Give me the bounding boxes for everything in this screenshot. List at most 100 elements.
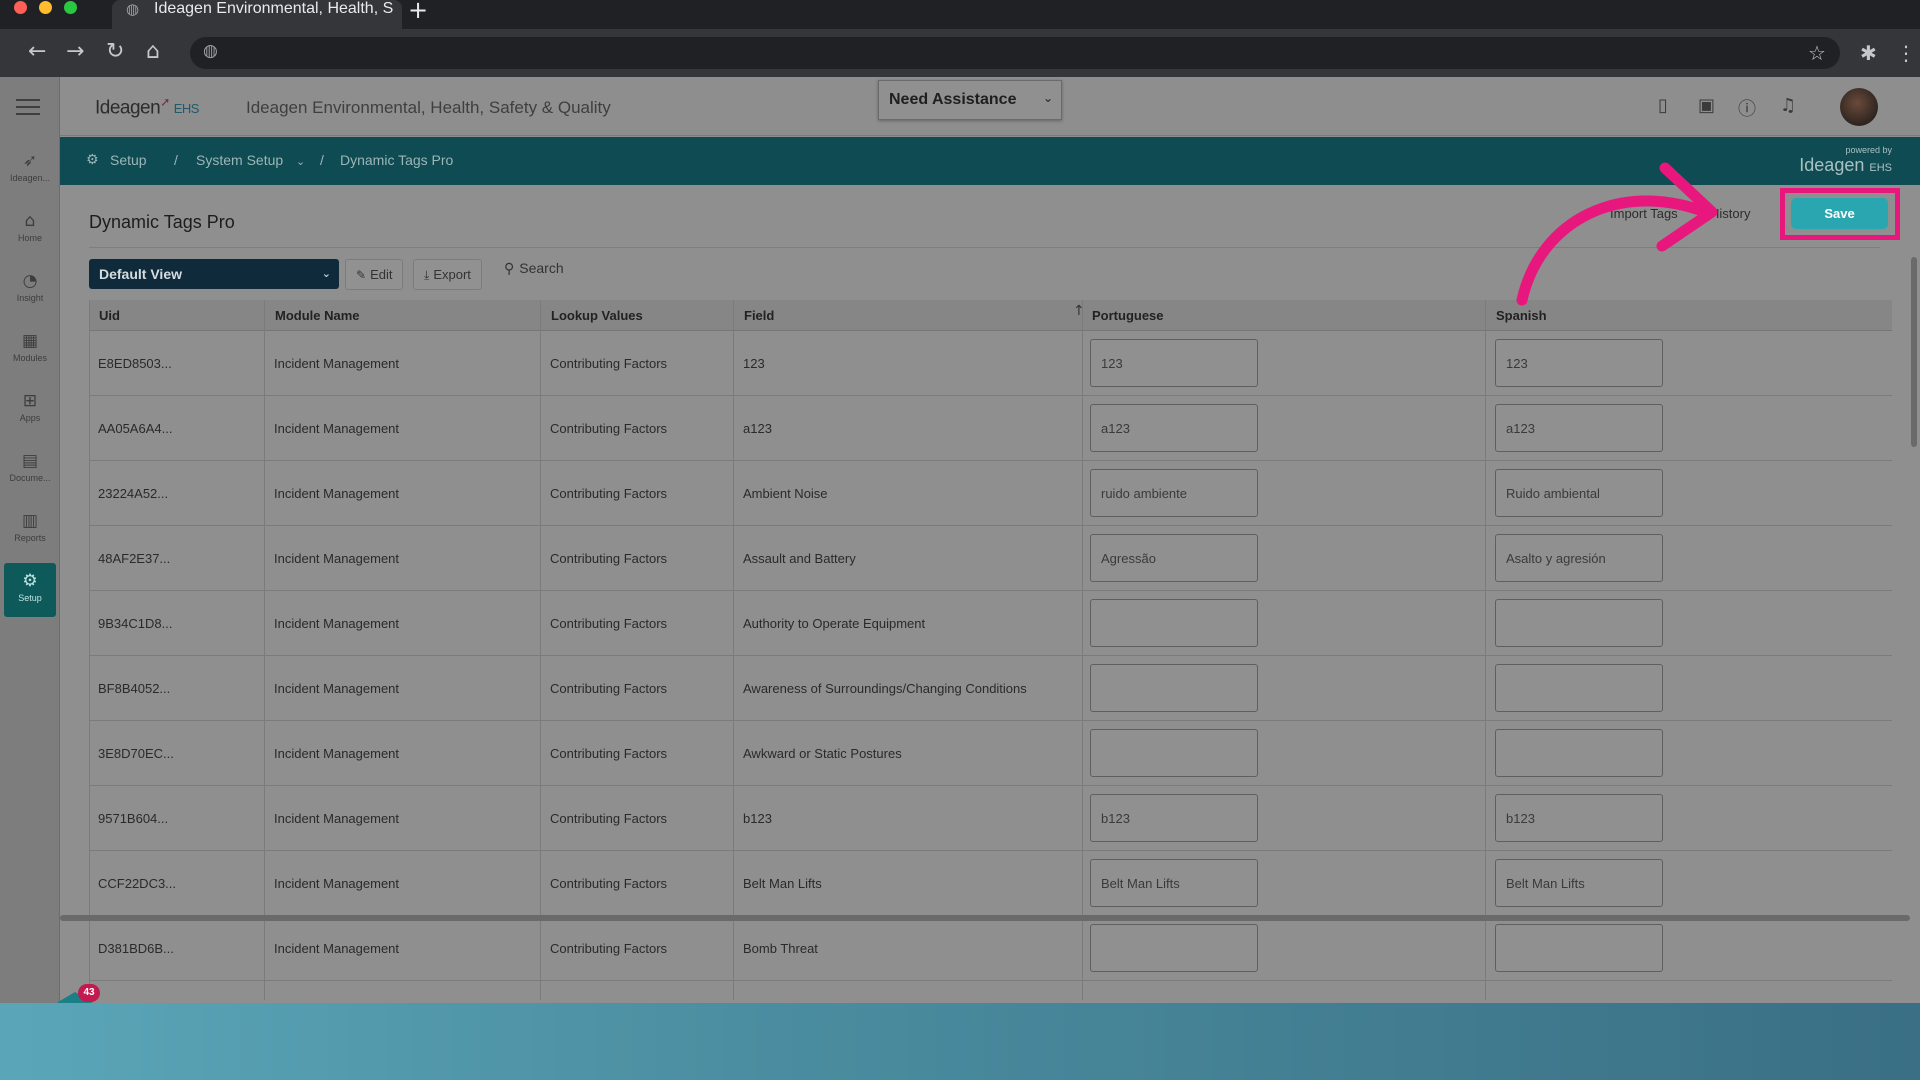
home-browser-icon[interactable]: ⌂: [146, 39, 160, 64]
column-header-uid[interactable]: Uid: [99, 308, 120, 323]
new-tab-button[interactable]: +: [408, 0, 428, 24]
avatar[interactable]: [1840, 88, 1878, 126]
mobile-icon[interactable]: ▯: [1658, 95, 1668, 116]
cell-uid: D381BD6B...: [98, 941, 174, 956]
portuguese-input[interactable]: [1090, 404, 1258, 452]
cell-module-name: Incident Management: [274, 746, 400, 761]
sidebar-item-home[interactable]: ⌂ Home: [0, 211, 60, 243]
desktop-background: [0, 1003, 1920, 1080]
sidebar-item-modules[interactable]: ▦ Modules: [0, 331, 60, 363]
sidebar-item-setup[interactable]: ⚙ Setup: [4, 563, 56, 617]
powered-by-text: powered by: [1845, 145, 1892, 155]
chevron-down-icon: ⌄: [321, 267, 331, 280]
portuguese-input[interactable]: [1090, 664, 1258, 712]
portuguese-input[interactable]: [1090, 859, 1258, 907]
cell-field: b123: [743, 811, 772, 826]
left-sidebar: ➶ Ideagen... ⌂ Home ◔ Insight ▦ Modules …: [0, 77, 60, 1003]
save-highlight-box: [1780, 188, 1900, 240]
breadcrumb-setup[interactable]: Setup: [110, 152, 147, 168]
spanish-input[interactable]: [1495, 404, 1663, 452]
sidebar-item-apps[interactable]: ⊞ Apps: [0, 391, 60, 423]
bookmark-star-icon[interactable]: ☆: [1808, 41, 1826, 65]
spanish-input[interactable]: [1495, 794, 1663, 842]
close-window-icon[interactable]: [14, 1, 27, 14]
need-assistance-dropdown[interactable]: Need Assistance ⌄: [878, 80, 1062, 120]
help-icon[interactable]: ⓘ: [1738, 95, 1756, 121]
column-header-module-name[interactable]: Module Name: [275, 308, 360, 323]
view-select[interactable]: Default View ⌄: [89, 259, 339, 289]
column-divider: [733, 300, 734, 1000]
apps-icon: ⊞: [22, 391, 38, 411]
hamburger-menu-icon[interactable]: [16, 99, 40, 120]
table-row[interactable]: AA05A6A4... Incident Management Contributi…: [90, 396, 1892, 461]
spanish-input[interactable]: [1495, 534, 1663, 582]
cell-module-name: Incident Management: [274, 941, 400, 956]
back-icon[interactable]: ←: [28, 39, 46, 64]
sidebar-item-label: Insight: [16, 293, 44, 303]
portuguese-input[interactable]: [1090, 339, 1258, 387]
spanish-input[interactable]: [1495, 729, 1663, 777]
spanish-input[interactable]: [1495, 339, 1663, 387]
column-divider: [264, 300, 265, 1000]
portuguese-input[interactable]: [1090, 924, 1258, 972]
calendar-icon[interactable]: ▣: [1698, 95, 1715, 116]
spanish-input[interactable]: [1495, 924, 1663, 972]
column-header-field[interactable]: Field: [744, 308, 774, 323]
cell-uid: 3E8D70EC...: [98, 746, 174, 761]
ideagen-icon: ➶: [22, 151, 38, 171]
spanish-input[interactable]: [1495, 664, 1663, 712]
portuguese-input[interactable]: [1090, 599, 1258, 647]
table-row[interactable]: E8ED8503... Incident Management Contributi…: [90, 331, 1892, 396]
table-row[interactable]: BF8B4052... Incident Management Contributi…: [90, 656, 1892, 721]
portuguese-input[interactable]: [1090, 534, 1258, 582]
table-row[interactable]: CCF22DC3... Incident Management Contributi…: [90, 851, 1892, 916]
browser-tab[interactable]: ◍ Ideagen Environmental, Health, S: [112, 0, 402, 29]
export-button[interactable]: ⤓ Export: [413, 259, 482, 290]
minimize-window-icon[interactable]: [39, 1, 52, 14]
site-info-icon[interactable]: ◍: [203, 41, 218, 61]
ideagen-logo[interactable]: Ideagen➚ EHS: [95, 95, 199, 119]
portuguese-input[interactable]: [1090, 469, 1258, 517]
bell-icon[interactable]: ♫: [1780, 95, 1796, 116]
table-row[interactable]: 9571B604... Incident Management Contributi…: [90, 786, 1892, 851]
table-row[interactable]: D381BD6B... Incident Management Contributi…: [90, 916, 1892, 981]
cell-uid: 9571B604...: [98, 811, 169, 826]
insight-icon: ◔: [22, 271, 38, 291]
reload-icon[interactable]: ↻: [106, 39, 124, 64]
breadcrumb-separator: /: [174, 152, 178, 168]
column-header-spanish[interactable]: Spanish: [1496, 308, 1547, 323]
extensions-icon[interactable]: ✱: [1860, 41, 1877, 65]
download-icon: ⤓: [424, 268, 430, 282]
browser-menu-icon[interactable]: ⋮: [1896, 41, 1916, 65]
cell-lookup-value: Contributing Factors: [550, 746, 668, 761]
edit-button[interactable]: ✎ Edit: [345, 259, 404, 290]
chevron-down-icon[interactable]: ⌄: [296, 155, 305, 168]
forward-icon[interactable]: →: [66, 39, 84, 64]
pencil-icon: ✎: [356, 268, 367, 282]
address-bar[interactable]: ◍: [190, 37, 1840, 69]
sidebar-item-ideagen[interactable]: ➶ Ideagen...: [0, 151, 60, 183]
search-placeholder: Search: [519, 260, 564, 276]
sidebar-item-label: Home: [17, 233, 42, 243]
portuguese-input[interactable]: [1090, 729, 1258, 777]
column-header-portuguese[interactable]: Portuguese: [1092, 308, 1164, 323]
spanish-input[interactable]: [1495, 469, 1663, 517]
table-row[interactable]: 23224A52... Incident Management Contributi…: [90, 461, 1892, 526]
breadcrumb-system-setup[interactable]: System Setup: [196, 152, 283, 168]
edit-label: Edit: [370, 267, 393, 282]
search-input[interactable]: ⚲ Search: [504, 260, 564, 277]
table-row[interactable]: 9B34C1D8... Incident Management Contributi…: [90, 591, 1892, 656]
table-row[interactable]: 48AF2E37... Incident Management Contributi…: [90, 526, 1892, 591]
sidebar-item-insight[interactable]: ◔ Insight: [0, 271, 60, 303]
data-grid: Uid Module Name Lookup Values Field ↑ Po…: [89, 300, 1892, 1000]
vertical-scrollbar[interactable]: [1911, 257, 1917, 447]
spanish-input[interactable]: [1495, 859, 1663, 907]
spanish-input[interactable]: [1495, 599, 1663, 647]
portuguese-input[interactable]: [1090, 794, 1258, 842]
sidebar-item-reports[interactable]: ▥ Reports: [0, 511, 60, 543]
table-row[interactable]: 3E8D70EC... Incident Management Contributi…: [90, 721, 1892, 786]
horizontal-scrollbar[interactable]: [60, 915, 1910, 921]
sidebar-item-documents[interactable]: ▤ Docume...: [0, 451, 60, 483]
column-header-lookup-values[interactable]: Lookup Values: [551, 308, 643, 323]
maximize-window-icon[interactable]: [64, 1, 77, 14]
